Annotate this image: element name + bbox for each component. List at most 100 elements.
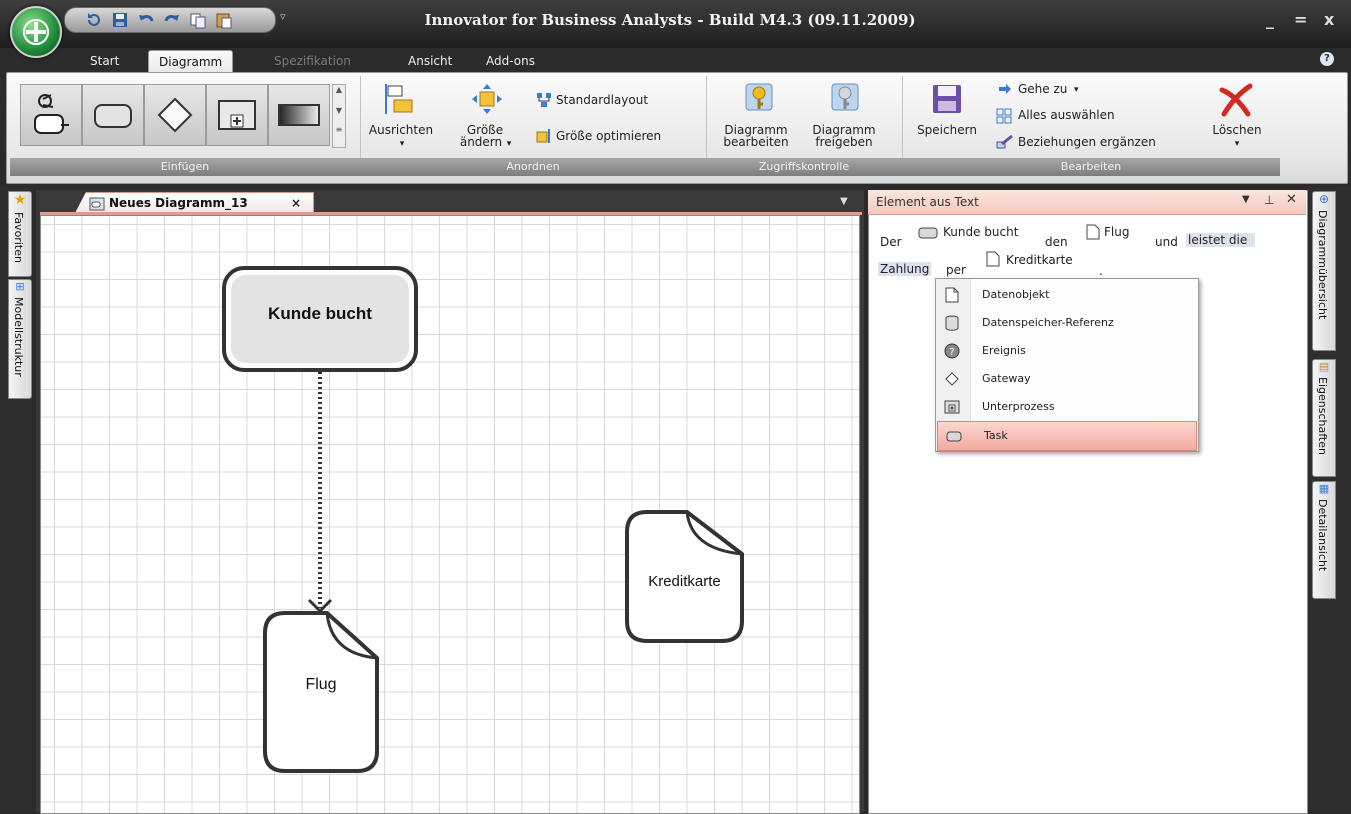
quick-access-toolbar [64, 7, 276, 33]
resize-icon [472, 84, 502, 114]
menu-item-ereignis[interactable]: ? Ereignis [936, 337, 1198, 365]
undo-icon[interactable] [137, 11, 155, 29]
groesse-optimieren-icon [536, 129, 550, 143]
tab-start[interactable]: Start [80, 50, 129, 72]
scroll-up-icon[interactable]: ▲ [333, 85, 345, 94]
close-button[interactable]: x [1324, 10, 1334, 29]
standardlayout-button[interactable]: Standardlayout [556, 94, 648, 107]
diagramm-bearbeiten-label-2[interactable]: bearbeiten [716, 136, 796, 149]
gehe-zu-dropdown-icon[interactable]: ▾ [1074, 84, 1079, 97]
menu-item-gateway[interactable]: Gateway [936, 365, 1198, 393]
word-flug[interactable]: Flug [1104, 225, 1129, 239]
word-period: . [1099, 264, 1103, 278]
word-kunde-bucht[interactable]: Kunde bucht [943, 225, 1018, 239]
refresh-icon[interactable] [85, 11, 103, 29]
properties-icon: ▤ [1318, 360, 1330, 373]
modellstruktur-label: Modellstruktur [12, 297, 25, 377]
document-icon [945, 287, 959, 303]
word-leistet-die[interactable]: leistet die [1186, 233, 1256, 247]
diagram-canvas[interactable]: Kunde bucht Flug Kreditkarte [40, 215, 860, 814]
paste-icon[interactable] [215, 11, 233, 29]
diagrammuebersicht-label: Diagrammübersicht [1316, 210, 1329, 320]
copy-icon[interactable] [189, 11, 207, 29]
menu-item-datenobjekt[interactable]: Datenobjekt [936, 281, 1198, 309]
word-zahlung[interactable]: Zahlung [878, 262, 932, 276]
minimize-button[interactable]: _ [1266, 10, 1274, 29]
event-icon: ? [944, 343, 960, 359]
document-tab-label: Neues Diagramm_13 [109, 196, 248, 210]
ausrichten-button[interactable]: Ausrichten [368, 124, 434, 137]
insert-task-button[interactable] [82, 84, 144, 146]
alles-auswaehlen-button[interactable]: Alles auswählen [1018, 109, 1115, 122]
eigenschaften-tab[interactable]: ▤ Eigenschaften [1312, 359, 1336, 477]
overview-icon: ⊕ [1318, 192, 1330, 206]
gateway-shape-icon [157, 97, 193, 133]
panel-menu-dropdown-icon[interactable]: ▼ [1242, 194, 1250, 205]
task-icon [918, 227, 938, 239]
menu-item-label: Gateway [982, 372, 1031, 385]
group-zugriffskontrolle: Diagramm bearbeiten Diagramm freigeben Z… [706, 76, 903, 176]
save-icon[interactable] [111, 11, 129, 29]
menu-item-task[interactable]: Task [937, 421, 1197, 451]
delete-x-icon [1219, 83, 1253, 117]
qat-customize-icon[interactable]: ▿ [280, 10, 286, 23]
document-tab-close-icon[interactable]: × [291, 196, 301, 210]
loeschen-button[interactable]: Löschen [1202, 124, 1272, 137]
window-title: Innovator for Business Analysts - Build … [424, 11, 916, 29]
application-menu-button[interactable] [10, 6, 62, 58]
menu-item-unterprozess[interactable]: Unterprozess [936, 393, 1198, 421]
shape-gallery-scroll[interactable]: ▲ ▼ ≡ [332, 84, 346, 148]
task-icon [946, 431, 962, 442]
insert-gateway-button[interactable] [144, 84, 206, 146]
group-label-bearbeiten: Bearbeiten [902, 158, 1280, 176]
favoriten-label: Favoriten [12, 212, 25, 263]
star-icon: ★ [13, 192, 27, 208]
dataobject-flug-label: Flug [305, 676, 337, 693]
help-icon[interactable]: ? [1320, 52, 1334, 66]
panel-close-icon[interactable]: ✕ [1286, 192, 1297, 207]
gehe-zu-arrow-icon [999, 84, 1011, 94]
modellstruktur-tab[interactable]: ⊞ Modellstruktur [8, 279, 32, 399]
groesse-optimieren-button[interactable]: Größe optimieren [556, 130, 661, 143]
menu-item-datenspeicher-referenz[interactable]: Datenspeicher-Referenz [936, 309, 1198, 337]
element-type-context-menu: Datenobjekt Datenspeicher-Referenz ? Ere… [935, 278, 1199, 452]
panel-title: Element aus Text [876, 195, 979, 209]
favoriten-tab[interactable]: ★ Favoriten [8, 191, 32, 277]
document-list-dropdown-icon[interactable]: ▼ [840, 196, 848, 207]
gallery-more-icon[interactable]: ≡ [333, 125, 345, 134]
diagrammuebersicht-tab[interactable]: ⊕ Diagrammübersicht [1312, 191, 1336, 351]
tab-diagramm[interactable]: Diagramm [148, 50, 234, 73]
tab-ansicht[interactable]: Ansicht [398, 50, 462, 72]
group-bearbeiten: Speichern Gehe zu ▾ Alles auswählen Bezi… [902, 76, 1280, 176]
word-den[interactable]: den [1045, 235, 1068, 249]
word-per[interactable]: per [946, 263, 966, 277]
task-shape-icon [94, 104, 132, 128]
panel-pin-icon[interactable]: ⊥ [1264, 193, 1274, 207]
select-all-icon [996, 108, 1012, 124]
speichern-button[interactable]: Speichern [908, 124, 986, 137]
datastore-icon [945, 315, 959, 331]
groesse-aendern-dropdown-icon[interactable]: ▾ [504, 138, 514, 151]
insert-subprocess-button[interactable] [206, 84, 268, 146]
redo-icon[interactable] [163, 11, 181, 29]
word-der[interactable]: Der [880, 235, 902, 249]
ausrichten-dropdown-icon[interactable]: ▾ [392, 138, 412, 151]
maximize-button[interactable]: = [1294, 10, 1307, 29]
insert-flow-button[interactable] [20, 84, 82, 146]
subprocess-icon [944, 400, 960, 414]
loeschen-dropdown-icon[interactable]: ▾ [1232, 138, 1242, 151]
align-icon [385, 84, 413, 114]
groesse-aendern-label-2[interactable]: ändern [456, 136, 506, 149]
subprocess-shape-icon [218, 100, 256, 130]
right-dock-strip: ⊕ Diagrammübersicht ▤ Eigenschaften ▦ De… [1308, 187, 1351, 812]
word-und[interactable]: und [1155, 235, 1178, 249]
scroll-down-icon[interactable]: ▼ [333, 106, 345, 115]
detailansicht-tab[interactable]: ▦ Detailansicht [1312, 481, 1336, 599]
diagramm-freigeben-label-2[interactable]: freigeben [804, 136, 884, 149]
beziehungen-ergaenzen-button[interactable]: Beziehungen ergänzen [1018, 136, 1156, 149]
tab-add-ons[interactable]: Add-ons [476, 50, 545, 72]
word-kreditkarte[interactable]: Kreditkarte [1006, 253, 1073, 267]
insert-pool-button[interactable] [268, 84, 330, 146]
gehe-zu-button[interactable]: Gehe zu [1018, 83, 1067, 96]
connector-arrowhead [307, 598, 333, 614]
